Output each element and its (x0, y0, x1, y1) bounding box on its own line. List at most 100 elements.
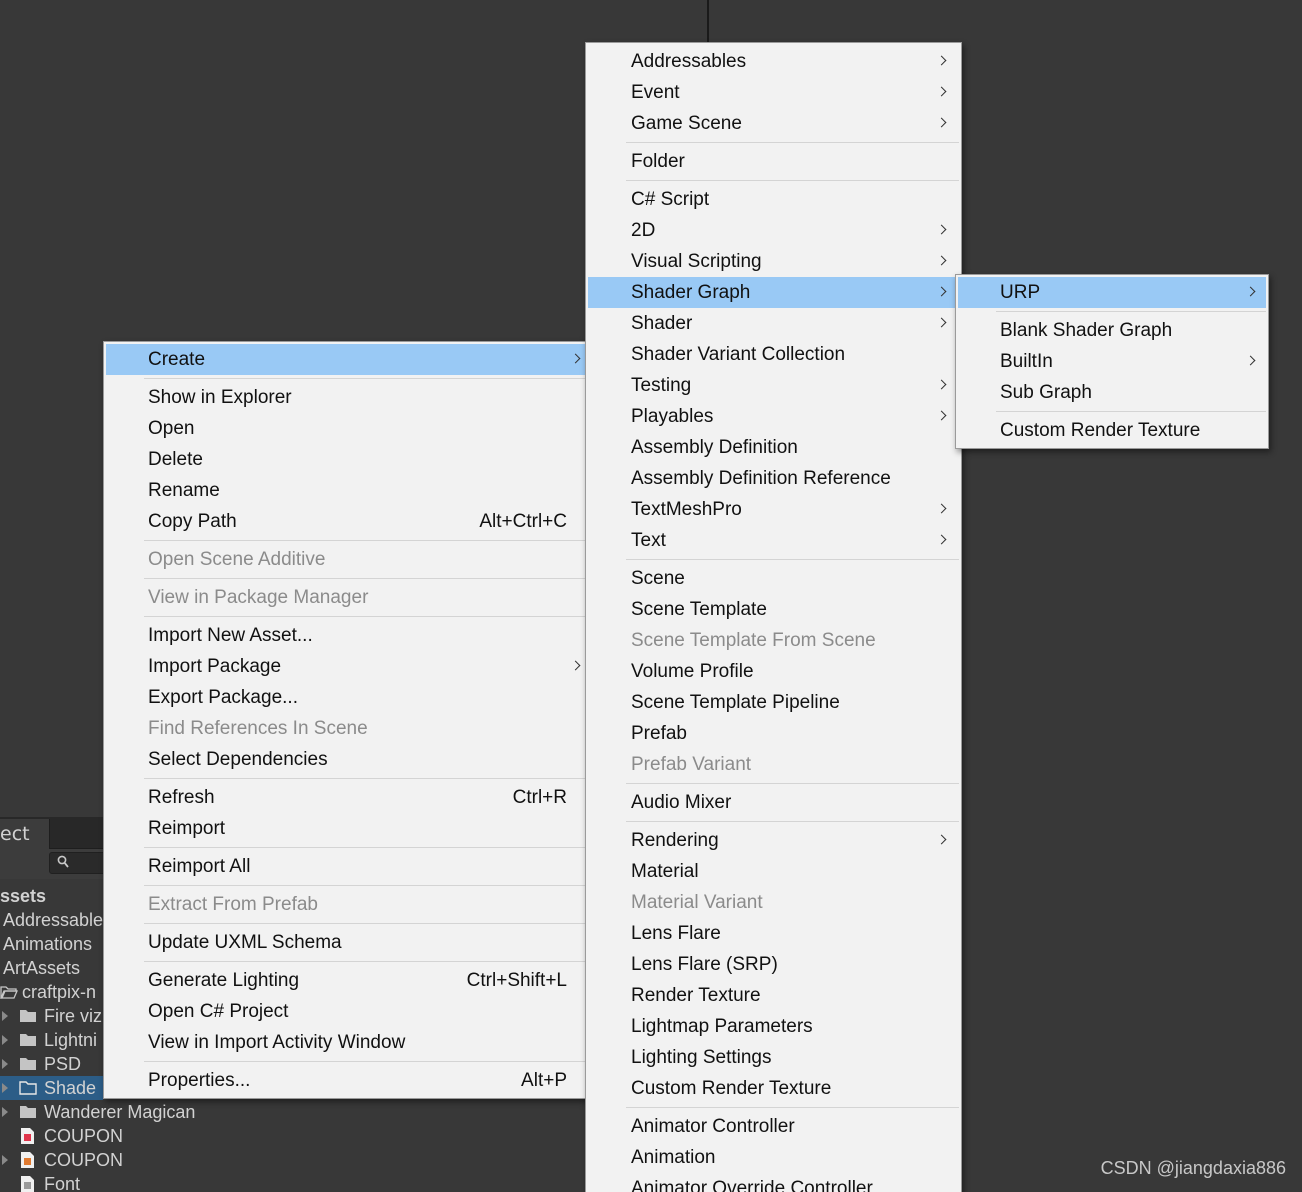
menu-item-shader-variant-collection[interactable]: Shader Variant Collection (588, 339, 959, 370)
menu-separator (626, 180, 959, 181)
menu-item-scene[interactable]: Scene (588, 563, 959, 594)
menu-item-rendering[interactable]: Rendering (588, 825, 959, 856)
menu-item-render-texture[interactable]: Render Texture (588, 980, 959, 1011)
menu-item-playables[interactable]: Playables (588, 401, 959, 432)
menu-item-custom-render-texture[interactable]: Custom Render Texture (588, 1073, 959, 1104)
tree-item[interactable]: Wanderer Magican (0, 1100, 230, 1124)
watermark: CSDN @jiangdaxia886 (1100, 1158, 1286, 1178)
menu-item-label: 2D (631, 220, 656, 241)
menu-item-label: Copy Path (148, 511, 237, 532)
menu-item-animation[interactable]: Animation (588, 1142, 959, 1173)
menu-item-shortcut: Alt+Ctrl+C (479, 511, 567, 532)
menu-item-label: Game Scene (631, 113, 742, 134)
menu-item-lens-flare-srp[interactable]: Lens Flare (SRP) (588, 949, 959, 980)
menu-item-lighting-settings[interactable]: Lighting Settings (588, 1042, 959, 1073)
menu-item-c-script[interactable]: C# Script (588, 184, 959, 215)
menu-item-open[interactable]: Open (106, 413, 585, 444)
menu-item-lightmap-parameters[interactable]: Lightmap Parameters (588, 1011, 959, 1042)
menu-item-copy-path[interactable]: Copy Path Alt+Ctrl+C (106, 506, 585, 537)
menu-item-scene-template-from-scene[interactable]: Scene Template From Scene (588, 625, 959, 656)
tree-item[interactable]: Font (0, 1172, 230, 1192)
menu-item-find-references-in-scene[interactable]: Find References In Scene (106, 713, 585, 744)
tab-project[interactable]: ect (0, 819, 50, 849)
menu-item-lens-flare[interactable]: Lens Flare (588, 918, 959, 949)
scene-divider (707, 0, 709, 42)
menu-item-label: Shader (631, 313, 693, 334)
menu-item-animator-controller[interactable]: Animator Controller (588, 1111, 959, 1142)
menu-item-update-uxml-schema[interactable]: Update UXML Schema (106, 927, 585, 958)
menu-item-label: Lightmap Parameters (631, 1016, 813, 1037)
menu-item-shader[interactable]: Shader (588, 308, 959, 339)
menu-item-label: Reimport (148, 818, 226, 839)
menu-item-custom-render-texture[interactable]: Custom Render Texture (958, 415, 1266, 446)
menu-item-generate-lighting[interactable]: Generate Lighting Ctrl+Shift+L (106, 965, 585, 996)
menu-item-show-in-explorer[interactable]: Show in Explorer (106, 382, 585, 413)
expand-arrow-icon[interactable] (2, 1035, 8, 1045)
menu-item-import-package[interactable]: Import Package (106, 651, 585, 682)
tree-item[interactable]: Shade (0, 1076, 103, 1100)
menu-item-select-dependencies[interactable]: Select Dependencies (106, 744, 585, 775)
menu-item-label: Show in Explorer (148, 387, 292, 408)
tree-item[interactable]: COUPON (0, 1124, 230, 1148)
menu-item-create[interactable]: Create (106, 344, 585, 375)
menu-item-export-package[interactable]: Export Package... (106, 682, 585, 713)
menu-item-extract-from-prefab[interactable]: Extract From Prefab (106, 889, 585, 920)
menu-item-label: Refresh (148, 787, 215, 808)
menu-item-animator-override-controller[interactable]: Animator Override Controller (588, 1173, 959, 1192)
menu-item-blank-shader-graph[interactable]: Blank Shader Graph (958, 315, 1266, 346)
expand-arrow-icon[interactable] (2, 1107, 8, 1117)
menu-item-sub-graph[interactable]: Sub Graph (958, 377, 1266, 408)
expand-arrow-icon[interactable] (2, 1011, 8, 1021)
menu-item-testing[interactable]: Testing (588, 370, 959, 401)
menu-item-label: Folder (631, 151, 685, 172)
menu-separator (626, 142, 959, 143)
menu-item-text[interactable]: Text (588, 525, 959, 556)
menu-item-assembly-definition-reference[interactable]: Assembly Definition Reference (588, 463, 959, 494)
menu-item-material-variant[interactable]: Material Variant (588, 887, 959, 918)
menu-item-addressables[interactable]: Addressables (588, 46, 959, 77)
menu-item-properties[interactable]: Properties... Alt+P (106, 1065, 585, 1096)
menu-item-open-scene-additive[interactable]: Open Scene Additive (106, 544, 585, 575)
expand-arrow-icon[interactable] (2, 1059, 8, 1069)
menu-item-open-c-project[interactable]: Open C# Project (106, 996, 585, 1027)
menu-item-prefab-variant[interactable]: Prefab Variant (588, 749, 959, 780)
expand-arrow-icon[interactable] (2, 1155, 8, 1165)
menu-separator (626, 559, 959, 560)
menu-item-material[interactable]: Material (588, 856, 959, 887)
menu-item-assembly-definition[interactable]: Assembly Definition (588, 432, 959, 463)
menu-item-view-in-package-manager[interactable]: View in Package Manager (106, 582, 585, 613)
tree-item-label: COUPON (44, 1126, 124, 1146)
menu-item-reimport[interactable]: Reimport (106, 813, 585, 844)
menu-item-folder[interactable]: Folder (588, 146, 959, 177)
chevron-right-icon (1245, 286, 1256, 297)
menu-item-delete[interactable]: Delete (106, 444, 585, 475)
menu-item-reimport-all[interactable]: Reimport All (106, 851, 585, 882)
menu-item-volume-profile[interactable]: Volume Profile (588, 656, 959, 687)
menu-item-game-scene[interactable]: Game Scene (588, 108, 959, 139)
menu-item-label: Import New Asset... (148, 625, 313, 646)
menu-item-urp[interactable]: URP (958, 277, 1266, 308)
menu-item-rename[interactable]: Rename (106, 475, 585, 506)
menu-item-prefab[interactable]: Prefab (588, 718, 959, 749)
chevron-right-icon (936, 410, 947, 421)
tree-item[interactable]: COUPON (0, 1148, 230, 1172)
menu-item-scene-template-pipeline[interactable]: Scene Template Pipeline (588, 687, 959, 718)
menu-item-builtin[interactable]: BuiltIn (958, 346, 1266, 377)
search-input[interactable] (49, 852, 103, 874)
menu-item-view-in-import-activity-window[interactable]: View in Import Activity Window (106, 1027, 585, 1058)
menu-separator (996, 411, 1266, 412)
menu-item-refresh[interactable]: Refresh Ctrl+R (106, 782, 585, 813)
menu-item-shader-graph[interactable]: Shader Graph (588, 277, 959, 308)
menu-item-textmeshpro[interactable]: TextMeshPro (588, 494, 959, 525)
menu-item-scene-template[interactable]: Scene Template (588, 594, 959, 625)
expand-arrow-icon[interactable] (2, 1083, 8, 1093)
menu-item-import-new-asset[interactable]: Import New Asset... (106, 620, 585, 651)
menu-item-visual-scripting[interactable]: Visual Scripting (588, 246, 959, 277)
menu-item-label: Lens Flare (631, 923, 721, 944)
menu-item-label: Lens Flare (SRP) (631, 954, 778, 975)
menu-item-label: Playables (631, 406, 714, 427)
menu-item-2d[interactable]: 2D (588, 215, 959, 246)
menu-item-audio-mixer[interactable]: Audio Mixer (588, 787, 959, 818)
menu-separator (144, 961, 585, 962)
menu-item-event[interactable]: Event (588, 77, 959, 108)
